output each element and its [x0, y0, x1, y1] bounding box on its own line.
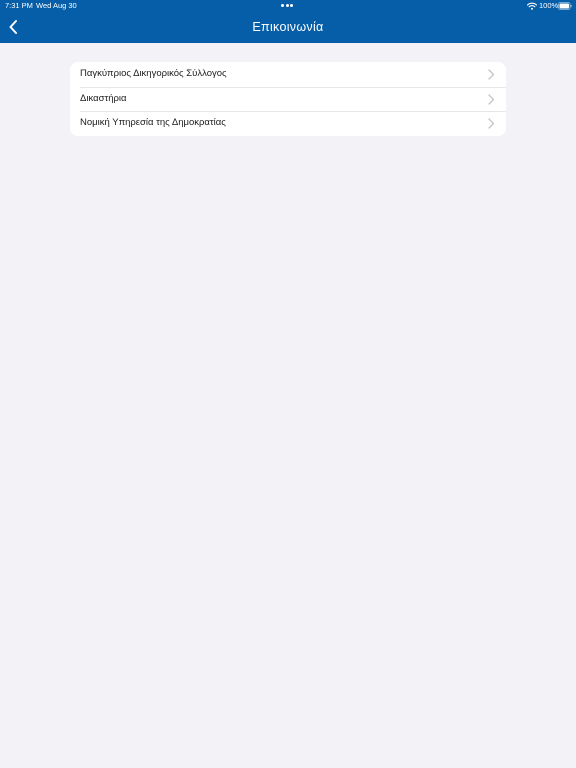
status-date: Wed Aug 30	[36, 1, 77, 10]
nav-bar: 7:31 PM Wed Aug 30 100% Επικοινωνία	[0, 0, 576, 43]
battery-percentage: 100%	[539, 1, 559, 10]
list-item-legal-service[interactable]: Νομική Υπηρεσία της Δημοκρατίας	[70, 111, 506, 136]
list-item-label: Παγκύπριος Δικηγορικός Σύλλογος	[80, 68, 227, 79]
chevron-right-icon	[488, 69, 495, 80]
list-item-label: Δικαστήρια	[80, 92, 127, 104]
chevron-right-icon	[488, 118, 495, 129]
battery-icon	[558, 2, 572, 10]
chevron-right-icon	[488, 94, 495, 105]
wifi-icon	[527, 2, 537, 10]
page-title: Επικοινωνία	[252, 20, 324, 34]
list-item-courts[interactable]: Δικαστήρια	[70, 86, 506, 112]
status-time: 7:31 PM	[5, 1, 33, 10]
list-item-cyprus-bar-association[interactable]: Παγκύπριος Δικηγορικός Σύλλογος	[70, 62, 506, 87]
contacts-list: Παγκύπριος Δικηγορικός Σύλλογος Δικαστήρ…	[70, 62, 506, 136]
status-bar: 7:31 PM Wed Aug 30 100%	[0, 0, 576, 12]
list-item-label: Νομική Υπηρεσία της Δημοκρατίας	[80, 117, 226, 129]
multitasking-dots-icon[interactable]	[281, 4, 295, 8]
